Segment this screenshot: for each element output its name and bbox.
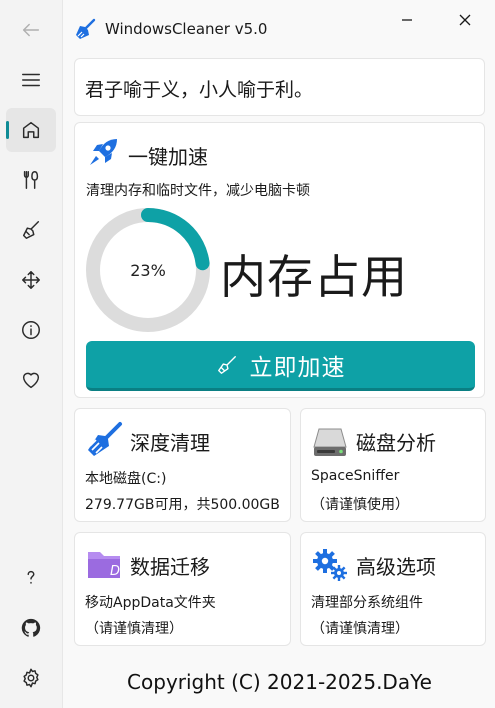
quote-card: 君子喻于义，小人喻于利。 [74, 58, 485, 116]
boost-now-label: 立即加速 [249, 354, 346, 381]
heart-icon [22, 372, 40, 389]
info-icon [22, 321, 40, 339]
data-migration-warning: （请谨慎清理） [85, 621, 183, 637]
back-arrow-icon [22, 23, 40, 37]
nav-rail [0, 0, 62, 708]
nav-item-favorite[interactable] [6, 358, 56, 402]
deep-clean-title: 深度清理 [130, 431, 210, 455]
nav-item-settings[interactable] [6, 656, 56, 700]
disk-analysis-warning: （请谨慎使用） [311, 497, 409, 513]
data-migration-desc: 移动AppData文件夹 [85, 595, 216, 611]
deep-clean-card[interactable]: 深度清理 本地磁盘(C:) 279.77GB可用，共500.00GB [74, 408, 291, 522]
disk-analysis-card[interactable]: 磁盘分析 SpaceSniffer （请谨慎使用） [300, 408, 486, 522]
move-arrows-icon [22, 271, 40, 289]
github-icon [21, 618, 41, 637]
advanced-options-desc: 清理部分系统组件 [311, 595, 423, 611]
app-window: WindowsCleaner v5.0 君子喻于义，小人喻于利。 一键加速 清理… [0, 0, 495, 708]
boost-description: 清理内存和临时文件，减少电脑卡顿 [86, 183, 310, 199]
nav-item-github[interactable] [6, 606, 56, 650]
advanced-options-card[interactable]: 高级选项 清理部分系统组件 （请谨慎清理） [300, 532, 486, 646]
rocket-icon [90, 139, 117, 165]
advanced-options-title: 高级选项 [356, 555, 436, 579]
gears-icon [313, 549, 347, 581]
nav-item-tools[interactable] [6, 158, 56, 202]
nav-item-clean[interactable] [6, 208, 56, 252]
broom-icon [217, 355, 236, 374]
hamburger-menu-icon [22, 73, 40, 87]
tools-icon [23, 171, 39, 189]
menu-button[interactable] [6, 58, 56, 102]
minimize-button[interactable] [392, 8, 422, 32]
deep-clean-space: 279.77GB可用，共500.00GB [85, 497, 280, 513]
quote-text: 君子喻于义，小人喻于利。 [85, 79, 314, 101]
disk-analysis-title: 磁盘分析 [356, 431, 436, 455]
back-button[interactable] [6, 8, 56, 52]
nav-item-home[interactable] [6, 108, 56, 152]
boost-now-button[interactable]: 立即加速 [86, 341, 475, 391]
boost-title: 一键加速 [128, 145, 208, 169]
app-logo-icon [76, 18, 96, 39]
nav-item-help[interactable] [6, 556, 56, 600]
folder-icon: D [88, 552, 120, 579]
boost-card: 一键加速 清理内存和临时文件，减少电脑卡顿 23% 内存占用 立即加速 [74, 122, 485, 398]
nav-item-move[interactable] [6, 258, 56, 302]
advanced-options-warning: （请谨慎清理） [311, 621, 409, 637]
data-migration-title: 数据迁移 [130, 555, 210, 579]
home-icon [22, 121, 40, 139]
question-icon [27, 570, 35, 584]
broom-icon [88, 422, 122, 456]
svg-text:D: D [110, 564, 120, 579]
memory-label: 内存占用 [220, 250, 408, 304]
hard-drive-icon [313, 428, 347, 456]
copyright-text: Copyright (C) 2021-2025.DaYe [127, 670, 432, 694]
disk-analysis-tool: SpaceSniffer [311, 468, 400, 484]
title-bar: WindowsCleaner v5.0 [63, 0, 495, 56]
nav-item-about[interactable] [6, 308, 56, 352]
deep-clean-drive: 本地磁盘(C:) [85, 471, 167, 487]
minimize-icon [402, 19, 412, 21]
broom-icon [22, 221, 40, 239]
close-button[interactable] [450, 8, 480, 32]
close-icon [459, 14, 471, 26]
data-migration-card[interactable]: D 数据迁移 移动AppData文件夹 （请谨慎清理） [74, 532, 291, 646]
gear-icon [23, 668, 39, 688]
window-title: WindowsCleaner v5.0 [105, 20, 268, 38]
memory-percent: 23% [130, 260, 166, 280]
main-content: WindowsCleaner v5.0 君子喻于义，小人喻于利。 一键加速 清理… [62, 0, 495, 708]
